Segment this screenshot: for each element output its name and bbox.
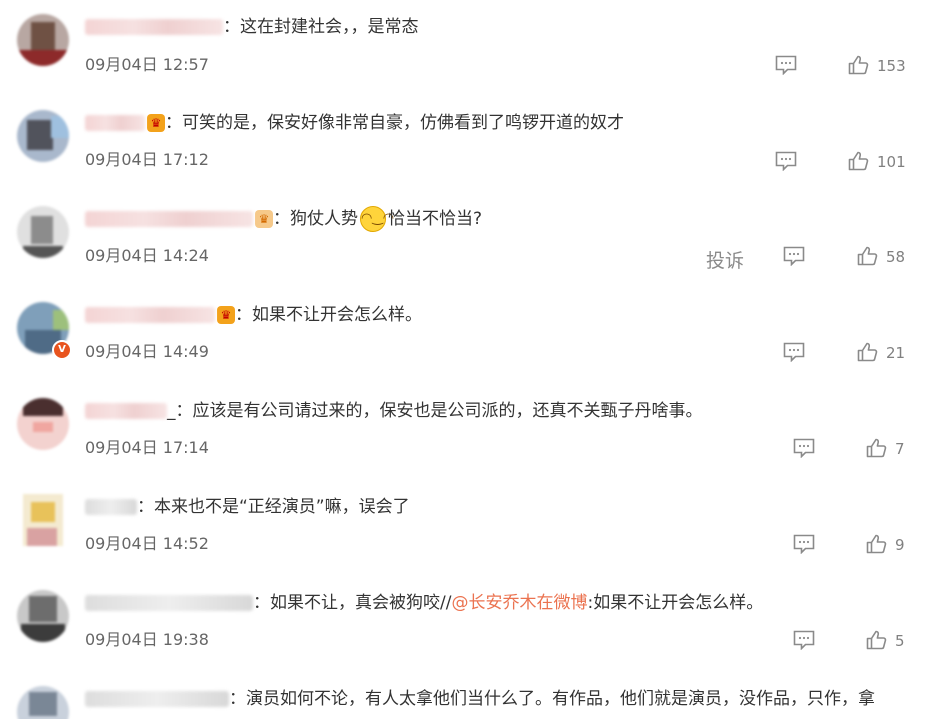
avatar[interactable] (17, 590, 69, 642)
comment-text: ♛ ：可笑的是，保安好像非常自豪，仿佛看到了鸣锣开道的奴才 (85, 110, 624, 136)
avatar[interactable] (17, 206, 69, 258)
username[interactable] (85, 211, 253, 227)
comment-item: ♛ ：狗仗人势 ◠‿◠恰当不恰当? 09月04日 14:24 投诉 58 (0, 192, 941, 288)
like-count: 5 (895, 632, 905, 650)
comment-text: ：演员如何不论，有人太拿他们当什么了。有作品，他们就是演员，没作品，只作，拿 (85, 686, 875, 712)
comment-icon[interactable] (793, 534, 815, 554)
like-count: 153 (877, 57, 906, 75)
comment-icon[interactable] (775, 151, 797, 171)
like-count: 9 (895, 536, 905, 554)
comment-text: _：应该是有公司请过来的，保安也是公司派的，还真不关甄子丹啥事。 (85, 398, 703, 424)
comment-icon[interactable] (793, 630, 815, 650)
comment-time: 09月04日 17:12 (85, 150, 209, 169)
mention-link[interactable]: @长安乔木在微博 (451, 593, 587, 613)
avatar[interactable] (17, 110, 69, 162)
thumbs-up-icon[interactable] (857, 245, 879, 267)
comment-text: ：本来也不是“正经演员”嘛，误会了 (85, 494, 410, 520)
avatar[interactable] (17, 398, 69, 450)
comment-time: 09月04日 14:52 (85, 534, 209, 553)
comment-icon[interactable] (793, 438, 815, 458)
comment-icon[interactable] (783, 246, 805, 266)
comment-text: ：这在封建社会，，是常态 (85, 14, 419, 40)
comment-item: V ♛ ：如果不让开会怎么样。 09月04日 14:49 21 (0, 288, 941, 384)
report-button[interactable]: 投诉 (706, 246, 744, 273)
verified-v-icon: V (52, 340, 72, 360)
thumbs-up-icon[interactable] (866, 437, 888, 459)
grin-emoji-icon: ◠‿◠ (360, 206, 394, 232)
username[interactable] (85, 403, 167, 419)
username[interactable] (85, 499, 137, 515)
avatar[interactable] (17, 14, 69, 66)
username[interactable] (85, 595, 253, 611)
like-count: 101 (877, 153, 906, 171)
like-count: 7 (895, 440, 905, 458)
comment-icon[interactable] (783, 342, 805, 362)
comment-item: ：这在封建社会，，是常态 09月04日 12:57 153 (0, 0, 941, 96)
thumbs-up-icon[interactable] (866, 629, 888, 651)
comment-text: ：如果不让，真会被狗咬//@长安乔木在微博:如果不让开会怎么样。 (85, 590, 763, 616)
comment-time: 09月04日 19:38 (85, 630, 209, 649)
thumbs-up-icon[interactable] (848, 150, 870, 172)
vip-crown-icon: ♛ (255, 210, 273, 228)
avatar[interactable] (17, 494, 69, 546)
username[interactable] (85, 691, 229, 707)
comment-text: ♛ ：狗仗人势 ◠‿◠恰当不恰当? (85, 206, 482, 232)
comment-item: _：应该是有公司请过来的，保安也是公司派的，还真不关甄子丹啥事。 09月04日 … (0, 384, 941, 480)
avatar[interactable] (17, 686, 69, 719)
like-count: 58 (886, 248, 906, 266)
username[interactable] (85, 19, 223, 35)
thumbs-up-icon[interactable] (866, 533, 888, 555)
comment-time: 09月04日 17:14 (85, 438, 209, 457)
comment-item: ：如果不让，真会被狗咬//@长安乔木在微博:如果不让开会怎么样。 09月04日 … (0, 576, 941, 672)
thumbs-up-icon[interactable] (857, 341, 879, 363)
vip-crown-icon: ♛ (217, 306, 235, 324)
comment-item: ：本来也不是“正经演员”嘛，误会了 09月04日 14:52 9 (0, 480, 941, 576)
comment-time: 09月04日 12:57 (85, 55, 209, 74)
comment-time: 09月04日 14:24 (85, 246, 209, 265)
comment-text: ♛ ：如果不让开会怎么样。 (85, 302, 422, 328)
comment-time: 09月04日 14:49 (85, 342, 209, 361)
comment-item: ♛ ：可笑的是，保安好像非常自豪，仿佛看到了鸣锣开道的奴才 09月04日 17:1… (0, 96, 941, 192)
username[interactable] (85, 307, 215, 323)
comment-icon[interactable] (775, 55, 797, 75)
vip-crown-icon: ♛ (147, 114, 165, 132)
like-count: 21 (886, 344, 906, 362)
username[interactable] (85, 115, 145, 131)
comment-item: ：演员如何不论，有人太拿他们当什么了。有作品，他们就是演员，没作品，只作，拿 (0, 672, 941, 719)
thumbs-up-icon[interactable] (848, 54, 870, 76)
